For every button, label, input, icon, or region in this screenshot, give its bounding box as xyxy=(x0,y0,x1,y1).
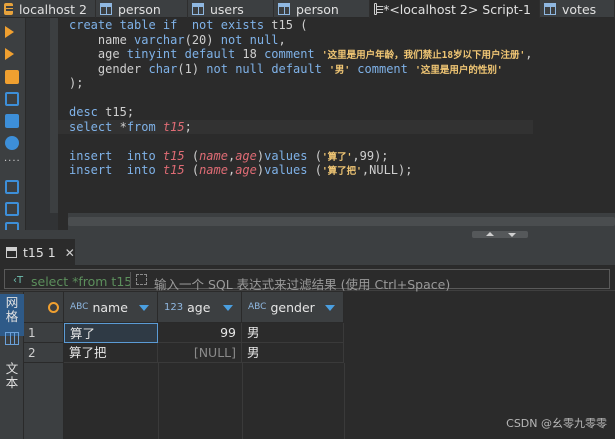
sql-editor[interactable]: create table if not exists t15 ( name va… xyxy=(58,18,615,213)
code-line: insert into t15 (name,age)values ('算了',9… xyxy=(69,148,389,163)
tab-label: users xyxy=(210,1,244,17)
tab-label: person xyxy=(118,1,161,17)
cell-gender[interactable]: 男 xyxy=(242,343,344,363)
code-line: age tinyint default 18 comment '这里是用户年龄，… xyxy=(69,47,533,61)
splitter-toggle-icon[interactable] xyxy=(472,231,528,238)
column-divider xyxy=(242,363,243,439)
sort-icon[interactable] xyxy=(223,305,233,311)
grid-corner xyxy=(24,292,64,323)
number-type-icon: 123 xyxy=(164,301,184,313)
column-divider xyxy=(344,363,345,439)
more-icon[interactable]: ···· xyxy=(4,156,20,170)
grid-view-label: 网格 xyxy=(5,295,19,324)
column-name: age xyxy=(187,299,211,315)
script-icon xyxy=(374,3,384,15)
code-line: ); xyxy=(69,76,84,90)
text-view-tab[interactable]: 文本 xyxy=(3,362,21,390)
tab-person-2[interactable]: person xyxy=(274,0,370,18)
tab-localhost-2[interactable]: localhost 2 xyxy=(0,0,96,18)
tab-person[interactable]: person xyxy=(96,0,188,18)
scrollbar-thumb[interactable] xyxy=(68,217,615,226)
export-icon[interactable] xyxy=(5,180,19,194)
table-icon xyxy=(278,3,290,15)
result-tab-bar: t15 1 ✕ xyxy=(0,239,615,266)
editor-horizontal-scrollbar[interactable] xyxy=(68,213,615,230)
watermark: CSDN @幺零九零零 xyxy=(506,417,607,430)
result-tab-t15[interactable]: t15 1 ✕ xyxy=(0,239,75,266)
cell-age[interactable]: 99 xyxy=(158,323,242,343)
sort-icon[interactable] xyxy=(325,305,335,311)
table-icon xyxy=(100,3,112,15)
tab-label: votes xyxy=(562,1,597,17)
select-all-icon[interactable] xyxy=(48,302,59,313)
execute-script-icon[interactable] xyxy=(5,48,14,60)
row-number-empty xyxy=(24,363,64,439)
code-line: name varchar(20) not null, xyxy=(69,32,286,47)
panel-splitter[interactable] xyxy=(0,230,615,239)
cell-age[interactable]: [NULL] xyxy=(158,343,242,363)
tab-script-1[interactable]: *<localhost 2> Script-1 xyxy=(370,0,540,18)
row-number[interactable]: 2 xyxy=(24,343,64,363)
filter-placeholder: 输入一个 SQL 表达式来过滤结果 (使用 Ctrl+Space) xyxy=(154,277,451,292)
filter-current-query: select *from t15 xyxy=(31,274,133,289)
code-line: insert into t15 (name,age)values ('算了把',… xyxy=(69,163,413,177)
tab-label: localhost 2 xyxy=(18,1,87,17)
code-line: gender char(1) not null default '男' comm… xyxy=(69,61,503,76)
column-header-age[interactable]: 123 age xyxy=(158,292,242,323)
filter-input[interactable]: ‹T select *from t15 输入一个 SQL 表达式来过滤结果 (使… xyxy=(4,269,610,292)
code-line: desc t15; xyxy=(69,105,135,119)
explain-plan-icon[interactable] xyxy=(5,92,19,106)
sort-icon[interactable] xyxy=(139,305,149,311)
filter-bar: ‹T select *from t15 输入一个 SQL 表达式来过滤结果 (使… xyxy=(0,267,615,292)
terminal-icon[interactable] xyxy=(5,114,19,128)
column-header-gender[interactable]: ABC gender xyxy=(242,292,344,323)
cell-name[interactable]: 算了 xyxy=(64,323,158,343)
execute-new-tab-icon[interactable] xyxy=(5,70,19,84)
column-header-name[interactable]: ABC name xyxy=(64,292,158,323)
editor-tab-bar: localhost 2 person users person *<localh… xyxy=(0,0,615,18)
column-name: gender xyxy=(270,299,315,315)
cell-name[interactable]: 算了把 xyxy=(64,343,158,363)
editor-toolbar: ···· xyxy=(0,18,26,239)
result-grid-icon xyxy=(6,247,17,258)
result-view-switcher: 网格 文本 xyxy=(0,292,24,439)
code-line-current: select *from t15; xyxy=(58,119,533,134)
execute-statement-icon[interactable] xyxy=(5,26,14,38)
text-type-icon: ABC xyxy=(70,302,89,312)
save-file-icon[interactable] xyxy=(5,202,19,216)
grid-view-icon[interactable] xyxy=(5,332,19,345)
result-tab-label: t15 1 xyxy=(23,245,56,260)
table-icon xyxy=(192,3,204,15)
close-icon[interactable]: ✕ xyxy=(65,246,75,260)
divider xyxy=(130,272,131,288)
column-divider xyxy=(158,363,159,439)
expand-icon[interactable] xyxy=(136,274,147,285)
tab-users[interactable]: users xyxy=(188,0,274,18)
tab-label: person xyxy=(296,1,339,17)
text-type-icon: ABC xyxy=(248,302,267,312)
code-line: create table if not exists t15 ( xyxy=(69,18,308,32)
cell-gender[interactable]: 男 xyxy=(242,323,344,343)
tab-label: *<localhost 2> Script-1 xyxy=(383,1,531,17)
row-number[interactable]: 1 xyxy=(24,323,64,343)
table-icon xyxy=(544,3,556,15)
column-name: name xyxy=(92,299,128,315)
format-icon[interactable] xyxy=(5,136,19,150)
fold-strip xyxy=(50,18,58,213)
database-icon xyxy=(4,3,14,15)
sql-filter-icon: ‹T xyxy=(13,275,24,286)
tab-votes[interactable]: votes xyxy=(540,0,615,18)
